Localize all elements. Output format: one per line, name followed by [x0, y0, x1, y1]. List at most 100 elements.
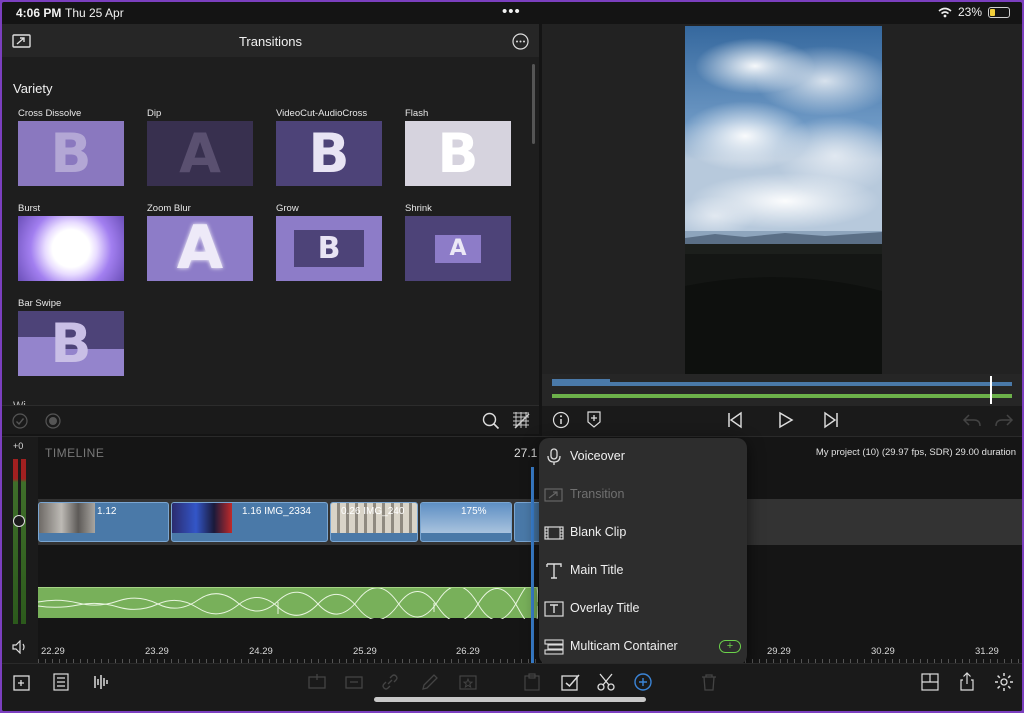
menu-item-blank-clip[interactable]: Blank Clip: [539, 514, 747, 552]
skip-back-icon[interactable]: [726, 411, 744, 429]
redo-icon[interactable]: [994, 411, 1014, 429]
transition-bar-swipe[interactable]: Bar Swipe B: [18, 298, 126, 376]
info-icon[interactable]: [552, 411, 570, 429]
wifi-icon: [938, 7, 952, 17]
volume-knob[interactable]: [13, 515, 25, 527]
menu-item-main-title[interactable]: Main Title: [539, 552, 747, 590]
meter-right: [21, 459, 26, 624]
status-date: Thu 25 Apr: [65, 6, 124, 20]
gear-icon[interactable]: [994, 672, 1014, 692]
section-title: Variety: [13, 81, 53, 96]
transition-burst[interactable]: Burst: [18, 203, 126, 281]
transition-shrink[interactable]: Shrink A: [405, 203, 513, 281]
transition-label: Dip: [147, 108, 162, 119]
multitasking-dots[interactable]: •••: [502, 3, 521, 20]
transition-label: VideoCut-AudioCross: [276, 108, 368, 119]
project-info: My project (10) (29.97 fps, SDR) 29.00 d…: [815, 447, 1016, 458]
replace-clip-icon[interactable]: [344, 672, 364, 692]
skip-forward-icon[interactable]: [822, 411, 840, 429]
video-clip[interactable]: 1.12: [38, 502, 169, 542]
video-clip[interactable]: 1.16 IMG_2334: [171, 502, 328, 542]
grid-view-icon[interactable]: [512, 411, 530, 429]
audio-waveform: [37, 581, 539, 627]
add-badge[interactable]: +: [719, 640, 741, 653]
more-options-icon[interactable]: [512, 33, 529, 50]
import-media-icon[interactable]: [12, 672, 32, 692]
video-track[interactable]: 1.12 1.16 IMG_2334 0.26 IMG_240 175%: [38, 499, 1022, 545]
undo-icon[interactable]: [962, 411, 982, 429]
link-icon[interactable]: [380, 672, 400, 692]
apply-check-icon[interactable]: [12, 413, 28, 429]
transition-thumbnail: B: [276, 121, 382, 186]
transition-zoom-blur[interactable]: Zoom Blur A: [147, 203, 255, 281]
overview-playhead[interactable]: [990, 376, 992, 404]
menu-item-overlay-title[interactable]: Overlay Title: [539, 590, 747, 628]
audio-track[interactable]: [37, 581, 539, 627]
scissors-icon[interactable]: [596, 672, 616, 692]
menu-item-voiceover[interactable]: Voiceover: [539, 438, 747, 476]
transition-thumbnail: B: [276, 216, 382, 281]
video-clip[interactable]: 175%: [420, 502, 512, 542]
speaker-icon[interactable]: [12, 640, 28, 654]
transition-thumbnail: [18, 216, 124, 281]
transition-cross-dissolve[interactable]: Cross Dissolve B: [18, 108, 126, 186]
transition-label: Bar Swipe: [18, 298, 62, 309]
timeline[interactable]: +0 TIMELINE 27.1 My project (10) (29.97 …: [2, 436, 1022, 664]
transition-thumbnail: A: [147, 121, 253, 186]
meter-left: [13, 459, 18, 624]
menu-item-label: Blank Clip: [570, 525, 627, 539]
menu-item-multicam-container[interactable]: Multicam Container +: [539, 628, 747, 666]
timeline-overview-scrubber[interactable]: [542, 374, 1022, 406]
panel-header: Transitions: [2, 24, 539, 57]
transition-label: Flash: [405, 108, 429, 119]
home-indicator[interactable]: [374, 697, 646, 702]
audio-tracks-icon[interactable]: [92, 672, 112, 692]
list-view-icon[interactable]: [52, 672, 72, 692]
transition-flash[interactable]: Flash B: [405, 108, 513, 186]
trash-icon[interactable]: [699, 672, 719, 692]
insert-clip-icon[interactable]: [307, 672, 327, 692]
transition-label: Grow: [276, 203, 299, 214]
transition-grow[interactable]: Grow B: [276, 203, 384, 281]
menu-item-label: Main Title: [570, 563, 624, 577]
menu-item-label: Transition: [570, 487, 625, 501]
scroll-indicator[interactable]: [532, 64, 535, 144]
app-frame: 4:06 PM Thu 25 Apr ••• 23% Transitions V…: [2, 2, 1022, 711]
transitions-footer: [2, 405, 539, 434]
add-menu-popover: Voiceover Transition Blank Clip Main Tit…: [539, 438, 747, 665]
video-viewer[interactable]: [542, 24, 1022, 375]
status-time: 4:06 PM: [16, 6, 62, 20]
add-circle-icon[interactable]: [633, 672, 653, 692]
timeline-label: TIMELINE: [45, 446, 105, 460]
viewer-controls: [542, 406, 1022, 436]
transition-thumbnail: B: [18, 311, 124, 376]
play-icon[interactable]: [776, 411, 794, 429]
multicam-icon: [544, 639, 564, 655]
time-ruler[interactable]: 22.29 23.29 24.29 25.29 26.29 29.29 30.2…: [38, 643, 1022, 664]
transition-videocut-audiocross[interactable]: VideoCut-AudioCross B: [276, 108, 384, 186]
preview-record-icon[interactable]: [45, 413, 61, 429]
video-clip[interactable]: 0.26 IMG_240: [330, 502, 418, 542]
transition-label: Cross Dissolve: [18, 108, 82, 119]
transition-label: Zoom Blur: [147, 203, 191, 214]
add-marker-icon[interactable]: [586, 411, 602, 429]
search-icon[interactable]: [482, 412, 500, 430]
status-right: 23%: [938, 5, 1010, 19]
timeline-playhead[interactable]: [531, 467, 534, 664]
select-checkbox-icon[interactable]: [560, 672, 582, 692]
status-bar: 4:06 PM Thu 25 Apr ••• 23%: [2, 2, 1022, 24]
transition-dip[interactable]: Dip A: [147, 108, 255, 186]
transition-thumbnail: B: [405, 121, 511, 186]
film-icon: [544, 526, 564, 540]
text-icon: [546, 563, 562, 579]
clipboard-icon[interactable]: [522, 672, 542, 692]
pen-icon[interactable]: [420, 672, 440, 692]
share-icon[interactable]: [957, 672, 977, 692]
menu-item-transition[interactable]: Transition: [539, 476, 747, 514]
layout-icon[interactable]: [920, 672, 940, 692]
mic-icon: [547, 448, 561, 465]
transition-thumbnail: A: [405, 216, 511, 281]
favorite-icon[interactable]: [458, 672, 478, 692]
panel-title: Transitions: [238, 34, 303, 49]
transition-label: Shrink: [405, 203, 432, 214]
